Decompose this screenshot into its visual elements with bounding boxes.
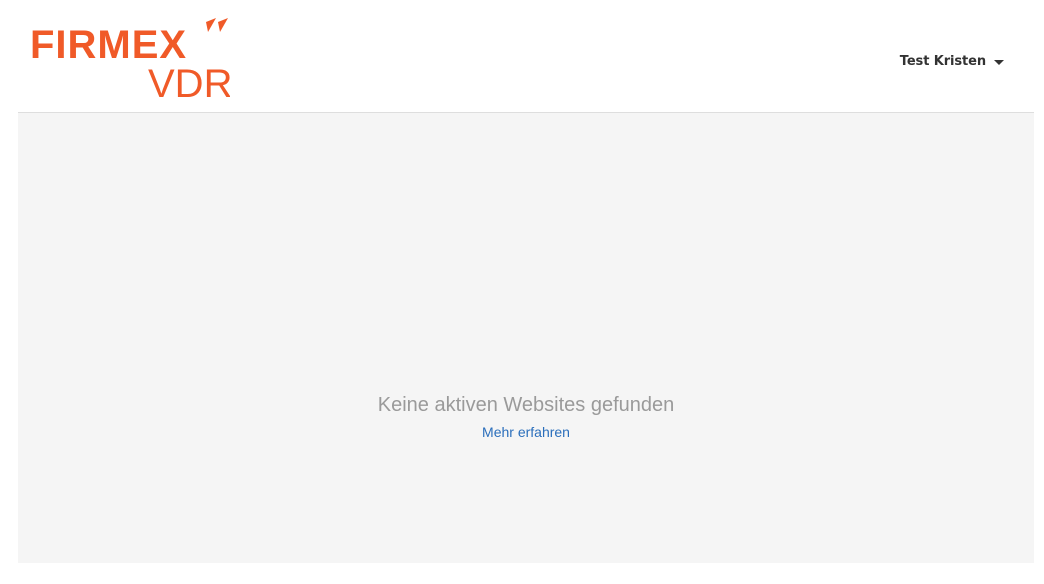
learn-more-link[interactable]: Mehr erfahren xyxy=(482,423,570,441)
empty-state-message: Keine aktiven Websites gefunden xyxy=(377,394,675,416)
firmex-vdr-logo[interactable]: FIRMEX VDR xyxy=(30,16,230,101)
logo-accent-mark-2 xyxy=(218,18,228,32)
main-content: Keine aktiven Websites gefunden Mehr erf… xyxy=(18,113,1034,563)
top-header: FIRMEX VDR Test Kristen xyxy=(18,0,1034,113)
logo-brand-text: FIRMEX xyxy=(30,23,187,67)
user-name: Test Kristen xyxy=(899,53,986,69)
logo-product-text: VDR xyxy=(148,62,230,101)
caret-down-icon xyxy=(994,59,1004,65)
user-menu-dropdown[interactable]: Test Kristen xyxy=(900,52,1004,70)
empty-state: Keine aktiven Websites gefunden Mehr erf… xyxy=(18,393,1034,442)
logo-accent-mark-1 xyxy=(206,18,216,32)
